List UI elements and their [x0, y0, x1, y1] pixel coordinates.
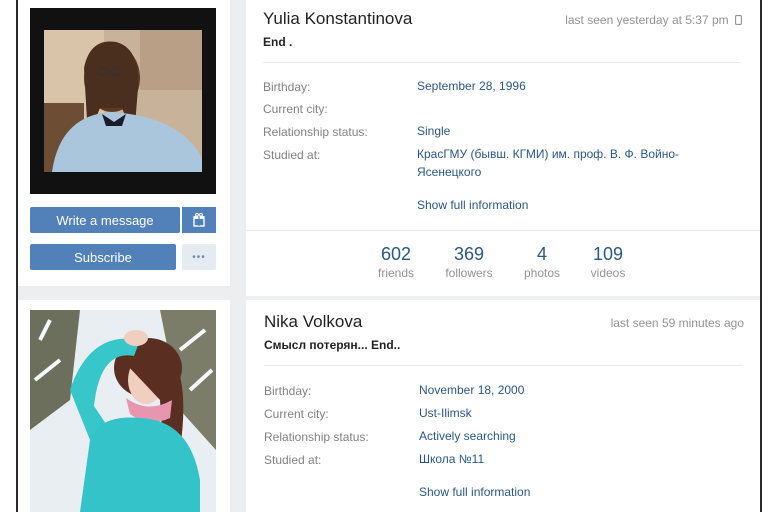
- profile-1-birthday-label: Birthday:: [263, 80, 311, 94]
- counter-followers-label: followers: [445, 266, 493, 280]
- phone-icon: [735, 15, 742, 25]
- profile-1-studied-label: Studied at:: [263, 148, 321, 162]
- profile-1-avatar[interactable]: [30, 8, 216, 194]
- profile-2-photo: [30, 310, 216, 512]
- counter-videos[interactable]: 109 videos: [573, 244, 643, 280]
- profile-2-birthday-label: Birthday:: [264, 384, 312, 398]
- profile-2-studied-label: Studied at:: [264, 453, 322, 467]
- profile-2-last-seen: last seen 59 minutes ago: [610, 316, 744, 330]
- profile-2-show-full-link[interactable]: Show full information: [419, 483, 530, 501]
- profile-1-divider-bottom: [246, 230, 760, 231]
- profile-2-city-value[interactable]: Ust-Ilimsk: [419, 404, 472, 422]
- profile-1-city-label: Current city:: [263, 102, 328, 116]
- profile-2-studied-value[interactable]: Школа №11: [419, 450, 484, 468]
- profile-1-last-seen-text: last seen yesterday at 5:37 pm: [565, 13, 729, 27]
- profile-1-relationship-label: Relationship status:: [263, 125, 368, 139]
- profile-1-name[interactable]: Yulia Konstantinova: [263, 9, 412, 29]
- more-actions-button[interactable]: •••: [182, 244, 216, 270]
- profile-1-last-seen: last seen yesterday at 5:37 pm: [540, 13, 742, 27]
- profile-1-show-full-link[interactable]: Show full information: [417, 196, 528, 214]
- profile-2-birthday-value[interactable]: November 18, 2000: [419, 381, 524, 399]
- profile-1-photo: [30, 8, 216, 194]
- profile-1-studied-value[interactable]: КрасГМУ (бывш. КГМИ) им. проф. В. Ф. Вой…: [417, 145, 717, 181]
- counter-videos-value: 109: [592, 244, 624, 264]
- counter-photos-label: photos: [523, 266, 561, 280]
- profile-2-status: Смысл потерян... End..: [264, 338, 401, 352]
- profile-2-city-label: Current city:: [264, 407, 329, 421]
- profile-2-avatar[interactable]: [30, 310, 216, 512]
- profile-1-status: End .: [263, 35, 293, 49]
- counter-photos-value: 4: [536, 244, 547, 264]
- counter-friends[interactable]: 602 friends: [361, 244, 431, 280]
- subscribe-button[interactable]: Subscribe: [30, 244, 176, 270]
- counter-followers-value: 369: [453, 244, 485, 264]
- counter-friends-value: 602: [380, 244, 412, 264]
- profile-1-divider-top: [263, 62, 741, 63]
- frame-border-right: [760, 0, 762, 512]
- profile-1-birthday-value[interactable]: September 28, 1996: [417, 77, 526, 95]
- subscribe-label: Subscribe: [74, 249, 132, 265]
- write-message-label: Write a message: [56, 212, 154, 228]
- counter-photos[interactable]: 4 photos: [507, 244, 577, 280]
- profile-2-relationship-label: Relationship status:: [264, 430, 369, 444]
- profile-2-divider-top: [264, 365, 742, 366]
- send-gift-button[interactable]: [182, 207, 216, 233]
- gift-icon: [193, 213, 205, 227]
- counter-followers[interactable]: 369 followers: [434, 244, 504, 280]
- profile-2-relationship-value[interactable]: Actively searching: [419, 427, 516, 445]
- counter-friends-label: friends: [377, 266, 415, 280]
- write-message-button[interactable]: Write a message: [30, 207, 180, 233]
- profile-1-relationship-value[interactable]: Single: [417, 122, 450, 140]
- counter-videos-label: videos: [590, 266, 626, 280]
- more-dots-icon: •••: [192, 251, 206, 263]
- profile-2-name[interactable]: Nika Volkova: [264, 312, 362, 332]
